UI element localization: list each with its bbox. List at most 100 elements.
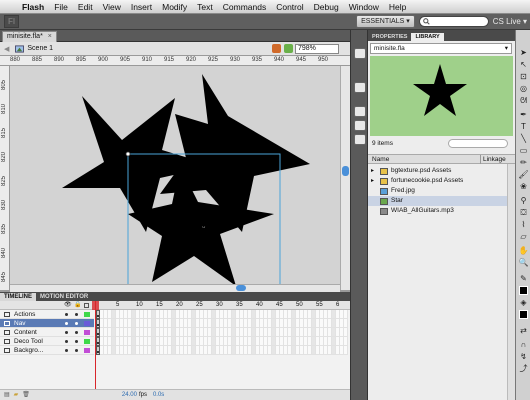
library-item[interactable]: WIAB_AllGuitars.mp3 bbox=[368, 206, 515, 216]
keyframe[interactable] bbox=[96, 310, 100, 319]
menu-modify[interactable]: Modify bbox=[157, 0, 192, 14]
swatches-panel-icon[interactable] bbox=[354, 134, 366, 145]
library-document-select[interactable]: minisite.fla ▾ bbox=[370, 43, 512, 54]
stroke-color-swatch[interactable] bbox=[519, 286, 528, 295]
snap-to-objects-icon[interactable]: ∩ bbox=[518, 340, 529, 350]
brush-tool-icon[interactable]: 🖌 bbox=[518, 170, 529, 180]
scene-breadcrumb[interactable]: Scene 1 bbox=[15, 44, 53, 53]
playhead[interactable] bbox=[95, 301, 96, 400]
stage-vertical-scrollbar[interactable] bbox=[340, 66, 350, 290]
text-tool-icon[interactable]: T bbox=[518, 122, 529, 132]
layer-outline-color[interactable] bbox=[84, 348, 90, 353]
layer-outline-color[interactable] bbox=[84, 339, 90, 344]
deco-tool-icon[interactable]: ❀ bbox=[518, 182, 529, 192]
layer-lock-dot[interactable] bbox=[75, 322, 78, 325]
library-item[interactable]: Fred.jpg bbox=[368, 186, 515, 196]
edit-scene-icon[interactable] bbox=[272, 44, 281, 53]
3d-rotation-tool-icon[interactable]: ◎ bbox=[518, 84, 529, 94]
expand-arrow-icon[interactable]: ▸ bbox=[371, 166, 377, 176]
zoom-tool-icon[interactable]: 🔍 bbox=[518, 258, 529, 268]
keyframe[interactable] bbox=[96, 319, 100, 328]
workspace-switcher[interactable]: ESSENTIALS ▾ bbox=[356, 15, 415, 28]
menu-window[interactable]: Window bbox=[344, 0, 384, 14]
transform-point-icon[interactable] bbox=[125, 151, 131, 157]
layer-lock-dot[interactable] bbox=[75, 331, 78, 334]
pencil-tool-icon[interactable]: ✏ bbox=[518, 158, 529, 168]
fps-value[interactable]: 24.00 bbox=[122, 390, 137, 400]
layer-visibility-dot[interactable] bbox=[65, 349, 68, 352]
delete-layer-icon[interactable]: 🗑 bbox=[22, 390, 30, 400]
menu-view[interactable]: View bbox=[98, 0, 126, 14]
horizontal-scroll-thumb[interactable] bbox=[236, 285, 246, 291]
hand-tool-icon[interactable]: ✋ bbox=[518, 246, 529, 256]
layer-visibility-dot[interactable] bbox=[65, 331, 68, 334]
straighten-icon[interactable]: ⤴ bbox=[518, 364, 529, 374]
layer-lock-dot[interactable] bbox=[75, 313, 78, 316]
layer-visibility-dot[interactable] bbox=[65, 322, 68, 325]
menu-insert[interactable]: Insert bbox=[126, 0, 157, 14]
menu-help[interactable]: Help bbox=[384, 0, 411, 14]
library-item[interactable]: Star bbox=[368, 196, 515, 206]
stroke-color-icon[interactable]: ✎ bbox=[518, 274, 529, 284]
lock-icon[interactable]: 🔒 bbox=[74, 301, 81, 310]
search-icon[interactable] bbox=[448, 139, 508, 148]
stage-horizontal-scrollbar[interactable] bbox=[10, 284, 340, 292]
edit-symbols-icon[interactable] bbox=[284, 44, 293, 53]
new-folder-icon[interactable]: ▰ bbox=[14, 390, 19, 400]
library-scrollbar[interactable] bbox=[507, 164, 515, 400]
bone-tool-icon[interactable]: ⚲ bbox=[518, 196, 529, 206]
outline-icon[interactable] bbox=[84, 303, 89, 308]
timeline-layer[interactable]: Backgro... bbox=[0, 346, 94, 355]
menu-debug[interactable]: Debug bbox=[309, 0, 344, 14]
tab-library[interactable]: LIBRARY bbox=[411, 33, 444, 41]
menu-control[interactable]: Control bbox=[271, 0, 308, 14]
frame-grid[interactable] bbox=[96, 310, 348, 355]
menu-text[interactable]: Text bbox=[192, 0, 218, 14]
keyframe[interactable] bbox=[96, 337, 100, 346]
menu-commands[interactable]: Commands bbox=[218, 0, 271, 14]
menu-edit[interactable]: Edit bbox=[73, 0, 98, 14]
smooth-icon[interactable]: ↯ bbox=[518, 352, 529, 362]
color-panel-icon[interactable] bbox=[354, 48, 366, 59]
close-tab-icon[interactable]: × bbox=[48, 33, 52, 40]
rectangle-tool-icon[interactable]: ▭ bbox=[518, 146, 529, 156]
new-layer-icon[interactable]: ▤ bbox=[4, 390, 10, 400]
pen-tool-icon[interactable]: ✒ bbox=[518, 110, 529, 120]
layer-lock-dot[interactable] bbox=[75, 340, 78, 343]
layer-outline-color[interactable] bbox=[84, 330, 90, 335]
layer-visibility-dot[interactable] bbox=[65, 313, 68, 316]
tab-timeline[interactable]: TIMELINE bbox=[0, 293, 36, 301]
tab-properties[interactable]: PROPERTIES bbox=[368, 33, 411, 41]
cs-live-button[interactable]: CS Live ▾ bbox=[493, 17, 527, 26]
line-tool-icon[interactable]: ╲ bbox=[518, 134, 529, 144]
stage-canvas[interactable]: ᴗ bbox=[10, 66, 340, 290]
menu-file[interactable]: File bbox=[49, 0, 73, 14]
layer-lock-dot[interactable] bbox=[75, 349, 78, 352]
eye-icon[interactable]: 👁 bbox=[64, 301, 72, 310]
playhead-handle[interactable] bbox=[92, 301, 99, 310]
align-panel-icon[interactable] bbox=[354, 106, 366, 117]
info-panel-icon[interactable] bbox=[354, 82, 366, 93]
expand-arrow-icon[interactable]: ▸ bbox=[371, 176, 377, 186]
free-transform-tool-icon[interactable]: ⊡ bbox=[518, 72, 529, 82]
keyframe[interactable] bbox=[96, 346, 100, 355]
swap-colors-icon[interactable]: ⇄ bbox=[518, 326, 529, 336]
layer-outline-color[interactable] bbox=[84, 321, 90, 326]
document-tab[interactable]: minisite.fla* × bbox=[2, 31, 57, 42]
eyedropper-tool-icon[interactable]: ⌇ bbox=[518, 220, 529, 230]
keyframe[interactable] bbox=[96, 328, 100, 337]
back-arrow-icon[interactable]: ◀ bbox=[4, 45, 9, 53]
help-search-input[interactable] bbox=[418, 16, 489, 27]
layer-visibility-dot[interactable] bbox=[65, 340, 68, 343]
eraser-tool-icon[interactable]: ▱ bbox=[518, 232, 529, 242]
column-name[interactable]: Name bbox=[372, 155, 389, 164]
subselection-tool-icon[interactable]: ↖ bbox=[518, 60, 529, 70]
library-item[interactable]: ▸ bgtexture.psd Assets bbox=[368, 166, 515, 176]
menu-app[interactable]: Flash bbox=[17, 0, 49, 14]
library-item[interactable]: ▸ fortunecookie.psd Assets bbox=[368, 176, 515, 186]
column-linkage[interactable]: Linkage bbox=[480, 155, 506, 164]
zoom-field[interactable]: 798% bbox=[295, 44, 339, 54]
fill-color-icon[interactable]: ◈ bbox=[518, 298, 529, 308]
paint-bucket-tool-icon[interactable]: ⛋ bbox=[518, 208, 529, 218]
layer-outline-color[interactable] bbox=[84, 312, 90, 317]
